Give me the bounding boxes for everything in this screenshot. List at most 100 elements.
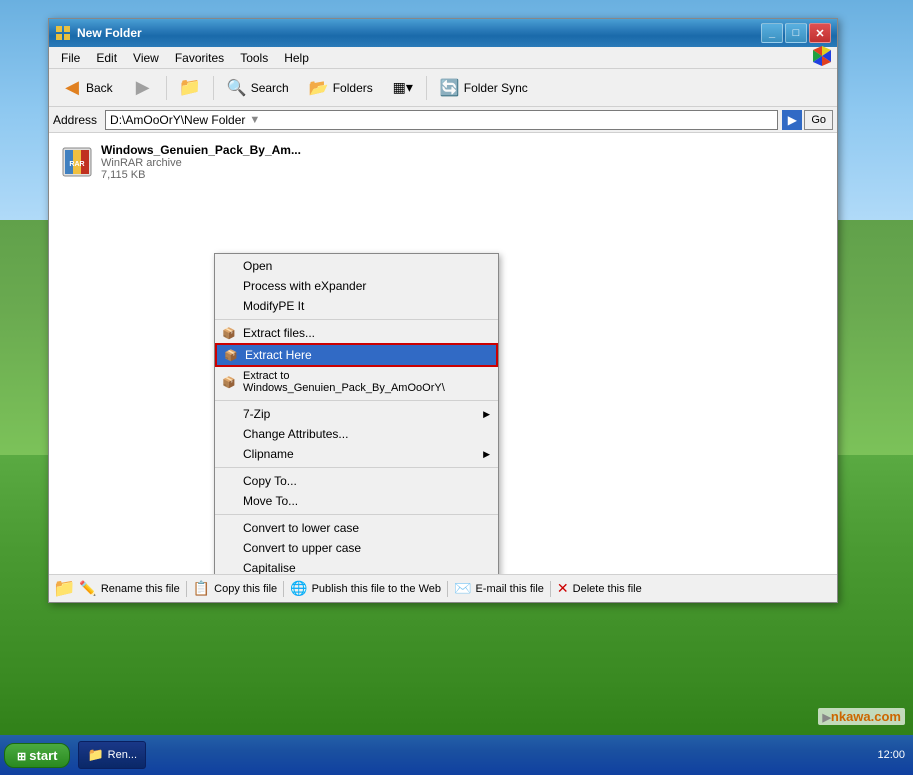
- window-icon: [55, 25, 71, 41]
- search-icon: 🔍: [227, 78, 247, 98]
- title-bar: New Folder _ □ ✕: [49, 19, 837, 47]
- ctx-move-to-label: Move To...: [243, 494, 298, 508]
- back-button[interactable]: ◀ Back: [53, 73, 122, 103]
- xp-logo-icon: [811, 45, 833, 67]
- ctx-capitalise[interactable]: Capitalise: [215, 558, 498, 574]
- address-value: D:\AmOoOrY\New Folder: [110, 113, 245, 127]
- file-type: WinRAR archive: [101, 157, 301, 169]
- ctx-7zip-label: 7-Zip: [243, 407, 270, 421]
- taskbar-explorer-item[interactable]: 📁 Ren...: [78, 741, 146, 769]
- status-bar: 📁 ✏️ Rename this file 📋 Copy this file 🌐…: [49, 574, 837, 602]
- status-sep-4: [550, 581, 551, 597]
- ctx-change-attr-label: Change Attributes...: [243, 427, 348, 441]
- watermark-text: nkawa.com: [831, 709, 901, 724]
- ctx-copy-to[interactable]: Copy To...: [215, 471, 498, 491]
- address-input[interactable]: D:\AmOoOrY\New Folder ▼: [105, 110, 778, 130]
- status-folder-icon: 📁: [53, 578, 75, 599]
- maximize-button[interactable]: □: [785, 23, 807, 43]
- views-button[interactable]: ▦▾: [384, 73, 422, 103]
- back-label: Back: [86, 81, 113, 95]
- ctx-extract-to-label: Extract to Windows_Genuien_Pack_By_AmOoO…: [243, 370, 478, 394]
- copy-icon: 📋: [193, 580, 210, 597]
- folder-sync-button[interactable]: 🔄 Folder Sync: [431, 73, 537, 103]
- back-icon: ◀: [62, 78, 82, 98]
- ctx-upper-case-label: Convert to upper case: [243, 541, 361, 555]
- ctx-upper-case[interactable]: Convert to upper case: [215, 538, 498, 558]
- start-icon: ⊞: [17, 751, 29, 763]
- ctx-sep-1: [215, 319, 498, 320]
- close-button[interactable]: ✕: [809, 23, 831, 43]
- folders-button[interactable]: 📂 Folders: [300, 73, 382, 103]
- file-size: 7,115 KB: [101, 169, 301, 181]
- status-rename[interactable]: ✏️ Rename this file: [79, 580, 179, 597]
- ctx-extract-files[interactable]: 📦 Extract files...: [215, 323, 498, 343]
- status-sep-2: [283, 581, 284, 597]
- file-icon: RAR: [61, 146, 93, 178]
- address-go-arrow[interactable]: ▶: [782, 110, 802, 130]
- ctx-extract-to[interactable]: 📦 Extract to Windows_Genuien_Pack_By_AmO…: [215, 367, 498, 397]
- status-copy[interactable]: 📋 Copy this file: [193, 580, 277, 597]
- delete-label: Delete this file: [573, 583, 642, 595]
- rename-label: Rename this file: [101, 583, 180, 595]
- toolbar: ◀ Back ▶ 📁 🔍 Search 📂 Folders ▦▾ 🔄 Folde…: [49, 69, 837, 107]
- status-email[interactable]: ✉️ E-mail this file: [454, 580, 544, 597]
- folders-up-icon: 📁: [180, 78, 200, 98]
- rename-taskbar-label: Ren: [108, 749, 128, 761]
- ctx-process-label: Process with eXpander: [243, 279, 366, 293]
- ctx-modify-label: ModifyPE It: [243, 299, 304, 313]
- folder-sync-label: Folder Sync: [464, 81, 528, 95]
- taskbar-right: 12:00: [877, 749, 909, 761]
- ctx-change-attributes[interactable]: Change Attributes...: [215, 424, 498, 444]
- watermark: ▶nkawa.com: [818, 708, 905, 725]
- ctx-copy-to-label: Copy To...: [243, 474, 297, 488]
- search-button[interactable]: 🔍 Search: [218, 73, 298, 103]
- folders-icon: 📂: [309, 78, 329, 98]
- status-sep-1: [186, 581, 187, 597]
- menu-help[interactable]: Help: [276, 49, 317, 67]
- ctx-extract-here-label: Extract Here: [245, 348, 312, 362]
- toolbar-sep-2: [213, 76, 214, 100]
- title-bar-buttons: _ □ ✕: [761, 23, 831, 43]
- minimize-button[interactable]: _: [761, 23, 783, 43]
- toolbar-sep-1: [166, 76, 167, 100]
- status-delete[interactable]: ✕ Delete this file: [557, 580, 642, 597]
- copy-label: Copy this file: [214, 583, 277, 595]
- ctx-extract-here[interactable]: 📦 Extract Here: [215, 343, 498, 367]
- address-label: Address: [53, 113, 101, 127]
- extract-to-icon: 📦: [221, 374, 237, 390]
- views-icon: ▦▾: [393, 78, 413, 98]
- start-button[interactable]: ⊞ start: [4, 743, 70, 768]
- go-button[interactable]: Go: [804, 110, 833, 130]
- rename-icon: ✏️: [79, 580, 96, 597]
- address-bar: Address D:\AmOoOrY\New Folder ▼ ▶ Go: [49, 107, 837, 133]
- menu-view[interactable]: View: [125, 49, 167, 67]
- main-content: RAR Windows_Genuien_Pack_By_Am... WinRAR…: [49, 133, 837, 574]
- folders-label: Folders: [333, 81, 373, 95]
- ctx-sep-3: [215, 467, 498, 468]
- email-label: E-mail this file: [475, 583, 543, 595]
- context-menu: Open Process with eXpander ModifyPE It 📦…: [214, 253, 499, 574]
- taskbar: ⊞ start 📁 Ren... 12:00: [0, 735, 913, 775]
- taskbar-title: Ren...: [108, 749, 137, 761]
- ctx-modify-pe[interactable]: ModifyPE It: [215, 296, 498, 316]
- ctx-lower-case[interactable]: Convert to lower case: [215, 518, 498, 538]
- folders-up-button[interactable]: 📁: [171, 73, 209, 103]
- forward-icon: ▶: [133, 78, 153, 98]
- ctx-open[interactable]: Open: [215, 256, 498, 276]
- file-item[interactable]: RAR Windows_Genuien_Pack_By_Am... WinRAR…: [57, 141, 829, 183]
- delete-icon: ✕: [557, 580, 569, 597]
- ctx-move-to[interactable]: Move To...: [215, 491, 498, 511]
- ctx-process-expander[interactable]: Process with eXpander: [215, 276, 498, 296]
- file-list: RAR Windows_Genuien_Pack_By_Am... WinRAR…: [49, 133, 837, 191]
- ctx-7zip[interactable]: 7-Zip: [215, 404, 498, 424]
- menu-edit[interactable]: Edit: [88, 49, 125, 67]
- ctx-extract-files-label: Extract files...: [243, 326, 315, 340]
- ctx-clipname[interactable]: Clipname: [215, 444, 498, 464]
- menu-tools[interactable]: Tools: [232, 49, 276, 67]
- menu-file[interactable]: File: [53, 49, 88, 67]
- status-publish[interactable]: 🌐 Publish this file to the Web: [290, 580, 441, 597]
- forward-button[interactable]: ▶: [124, 73, 162, 103]
- search-label: Search: [251, 81, 289, 95]
- menu-favorites[interactable]: Favorites: [167, 49, 232, 67]
- file-info: Windows_Genuien_Pack_By_Am... WinRAR arc…: [101, 143, 301, 181]
